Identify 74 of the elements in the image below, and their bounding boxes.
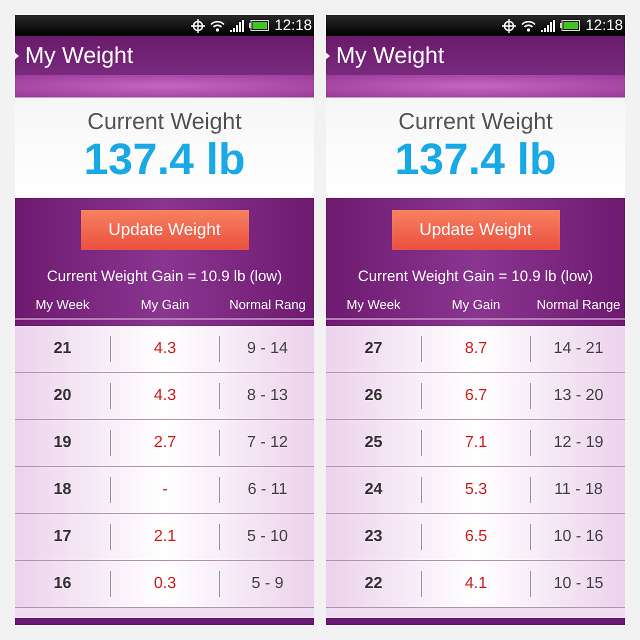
table-row[interactable]: 17 2.1 5 - 10: [15, 514, 314, 561]
column-header: My Week: [34, 297, 90, 312]
gain-cell: 0.3: [110, 571, 220, 597]
week-cell-text: 18: [52, 480, 72, 500]
range-cell-text: 5 - 10: [246, 527, 289, 547]
table-row[interactable]: 26 6.7 13 - 20: [326, 373, 625, 420]
table-row[interactable]: 20 4.3 8 - 13: [15, 373, 314, 420]
range-cell-text: 6 - 11: [246, 480, 288, 500]
table-row[interactable]: 23 6.5 10 - 16: [326, 514, 625, 561]
table-row[interactable]: 19 2.7 7 - 12: [15, 420, 314, 467]
app-title: My Weight: [336, 42, 444, 69]
weight-label: Current Weight: [398, 108, 553, 135]
week-cell-text: 27: [364, 339, 384, 359]
gain-cell: 5.3: [421, 477, 531, 503]
column-header: Normal Rang: [228, 297, 307, 312]
battery-icon: [249, 20, 270, 31]
weight-gain-text: Current Weight Gain = 10.9 lb (low): [358, 268, 594, 285]
table-row[interactable]: 22 4.1 10 - 15: [326, 561, 625, 608]
table-row[interactable]: 27 8.7 14 - 21: [326, 326, 625, 373]
week-cell-text: 22: [364, 574, 384, 594]
gain-cell: 6.7: [421, 383, 531, 409]
gain-cell: -: [110, 477, 220, 503]
gain-cell: 7.1: [421, 430, 531, 456]
gain-cell: 8.7: [421, 336, 531, 362]
wifi-icon: [210, 20, 226, 32]
range-cell-text: 12 - 19: [552, 433, 604, 453]
week-cell-text: 19: [52, 433, 72, 453]
gain-cell: 2.1: [110, 524, 220, 550]
weight-value: 137.4 lb: [394, 135, 556, 185]
column-header: My Gain: [140, 297, 190, 312]
weight-value: 137.4 lb: [84, 135, 246, 185]
week-cell-text: 21: [52, 339, 72, 359]
gain-cell: 4.1: [421, 571, 531, 597]
gps-icon: [191, 18, 206, 32]
range-cell-text: 5 - 9: [250, 574, 284, 594]
signal-icon: [230, 20, 244, 32]
week-cell-text: 17: [52, 527, 72, 547]
gps-icon: [502, 18, 516, 32]
gain-cell: 4.3: [110, 336, 220, 362]
weight-gain-text: Current Weight Gain = 10.9 lb (low): [46, 268, 282, 285]
week-cell-text: 26: [364, 386, 384, 406]
week-cell-text: 25: [364, 433, 384, 453]
weight-label: Current Weight: [87, 108, 242, 135]
clock-time: 12:18: [585, 17, 623, 34]
range-cell-text: 13 - 20: [552, 386, 604, 406]
table-row[interactable]: 16 0.3 5 - 9: [15, 561, 314, 608]
gain-cell: 2.7: [110, 430, 220, 456]
range-cell-text: 9 - 14: [246, 339, 289, 359]
range-cell-text: 14 - 21: [552, 339, 604, 359]
range-cell-text: 10 - 15: [552, 574, 604, 594]
table-row[interactable]: 21 4.3 9 - 14: [15, 326, 314, 373]
week-cell-text: 23: [364, 527, 384, 547]
gain-cell: 6.5: [421, 524, 531, 550]
back-caret-icon: [15, 52, 19, 60]
range-cell-text: 8 - 13: [246, 386, 289, 406]
column-header: My Gain: [450, 297, 502, 312]
column-header: My Week: [346, 297, 402, 312]
week-cell-text: 20: [52, 386, 72, 406]
clock-time: 12:18: [274, 17, 312, 34]
signal-icon: [541, 20, 556, 32]
app-title: My Weight: [25, 42, 134, 69]
range-cell-text: 11 - 18: [553, 480, 604, 500]
range-cell-text: 7 - 12: [246, 433, 289, 453]
battery-icon: [560, 20, 580, 31]
table-row[interactable]: 25 7.1 12 - 19: [326, 420, 625, 467]
table-row[interactable]: 24 5.3 11 - 18: [326, 467, 625, 514]
wifi-icon: [521, 20, 536, 32]
week-cell-text: 16: [52, 574, 72, 594]
table-row[interactable]: 18 - 6 - 11: [15, 467, 314, 514]
range-cell-text: 10 - 16: [552, 527, 604, 547]
column-header: Normal Range: [536, 297, 622, 312]
week-cell-text: 24: [364, 480, 384, 500]
back-caret-icon: [326, 52, 330, 60]
gain-cell: 4.3: [110, 383, 220, 409]
